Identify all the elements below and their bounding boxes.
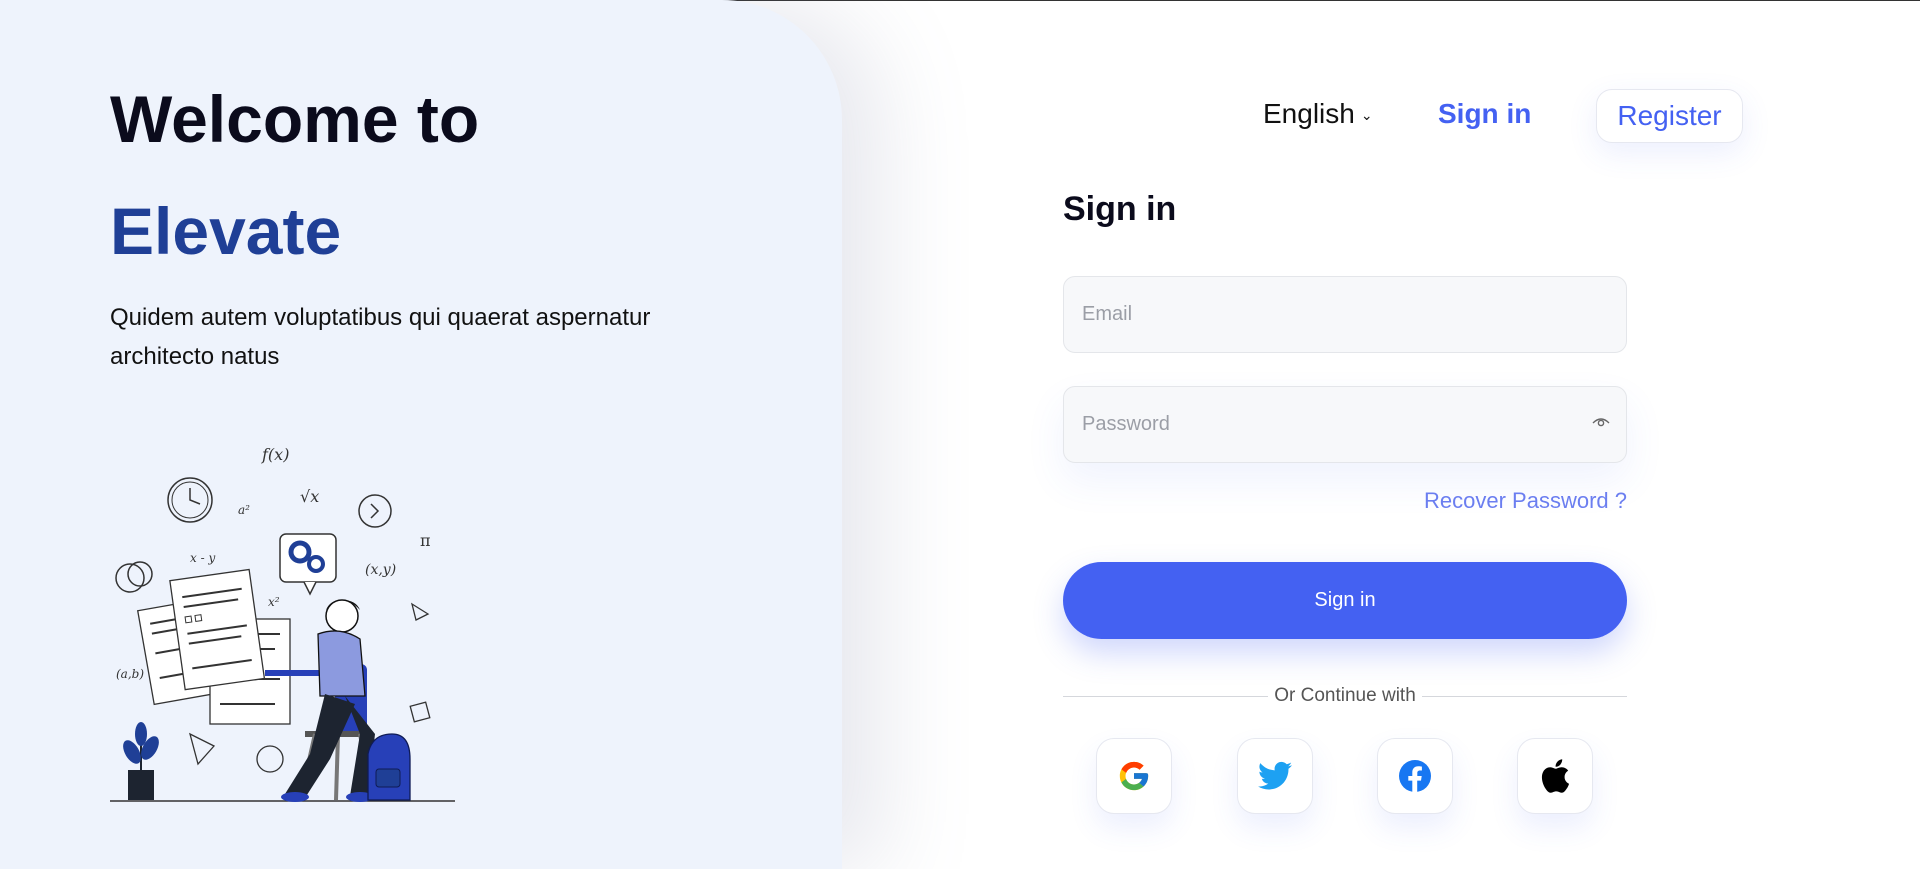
brand-heading: Elevate [110, 194, 342, 268]
chevron-down-icon: ⌄ [1360, 106, 1373, 123]
facebook-login-button[interactable] [1377, 738, 1453, 814]
hero-panel: Welcome to Elevate Quidem autem voluptat… [0, 0, 842, 869]
email-field-wrapper [1063, 276, 1627, 353]
divider-line [1063, 695, 1269, 697]
password-field[interactable] [1064, 387, 1626, 462]
recover-password-link[interactable]: Recover Password ? [1424, 488, 1627, 514]
signin-button[interactable]: Sign in [1063, 562, 1627, 639]
facebook-icon [1399, 760, 1431, 792]
divider-text: Or Continue with [1274, 685, 1416, 706]
svg-text:f(x): f(x) [261, 445, 289, 464]
svg-text:(x,y): (x,y) [365, 562, 396, 578]
twitter-login-button[interactable] [1237, 738, 1313, 814]
google-icon [1119, 761, 1149, 791]
svg-text:a²: a² [238, 503, 250, 517]
svg-text:x - y: x - y [190, 551, 215, 565]
password-field-wrapper [1063, 386, 1627, 463]
welcome-heading: Welcome to [110, 82, 480, 156]
language-label: English [1263, 98, 1355, 129]
nav-signin-link[interactable]: Sign in [1438, 98, 1531, 130]
hero-subtitle: Quidem autem voluptatibus qui quaerat as… [110, 304, 651, 370]
apple-icon [1541, 759, 1570, 793]
apple-login-button[interactable] [1517, 738, 1593, 814]
google-login-button[interactable] [1096, 738, 1172, 814]
twitter-icon [1258, 761, 1292, 790]
svg-text:√x: √x [300, 487, 319, 506]
student-illustration: f(x) √x a² x - y π (x,y) x² (a,b) [110, 445, 455, 802]
eye-icon[interactable] [1592, 416, 1610, 430]
email-field[interactable] [1064, 277, 1626, 352]
form-title: Sign in [1063, 190, 1177, 228]
divider: Or Continue with [1063, 685, 1628, 706]
language-selector[interactable]: English ⌄ [1263, 98, 1373, 130]
svg-text:(a,b): (a,b) [116, 667, 144, 681]
divider-line [1421, 695, 1628, 697]
svg-text:x²: x² [268, 595, 280, 609]
register-button[interactable]: Register [1596, 89, 1743, 143]
svg-text:π: π [420, 531, 431, 550]
